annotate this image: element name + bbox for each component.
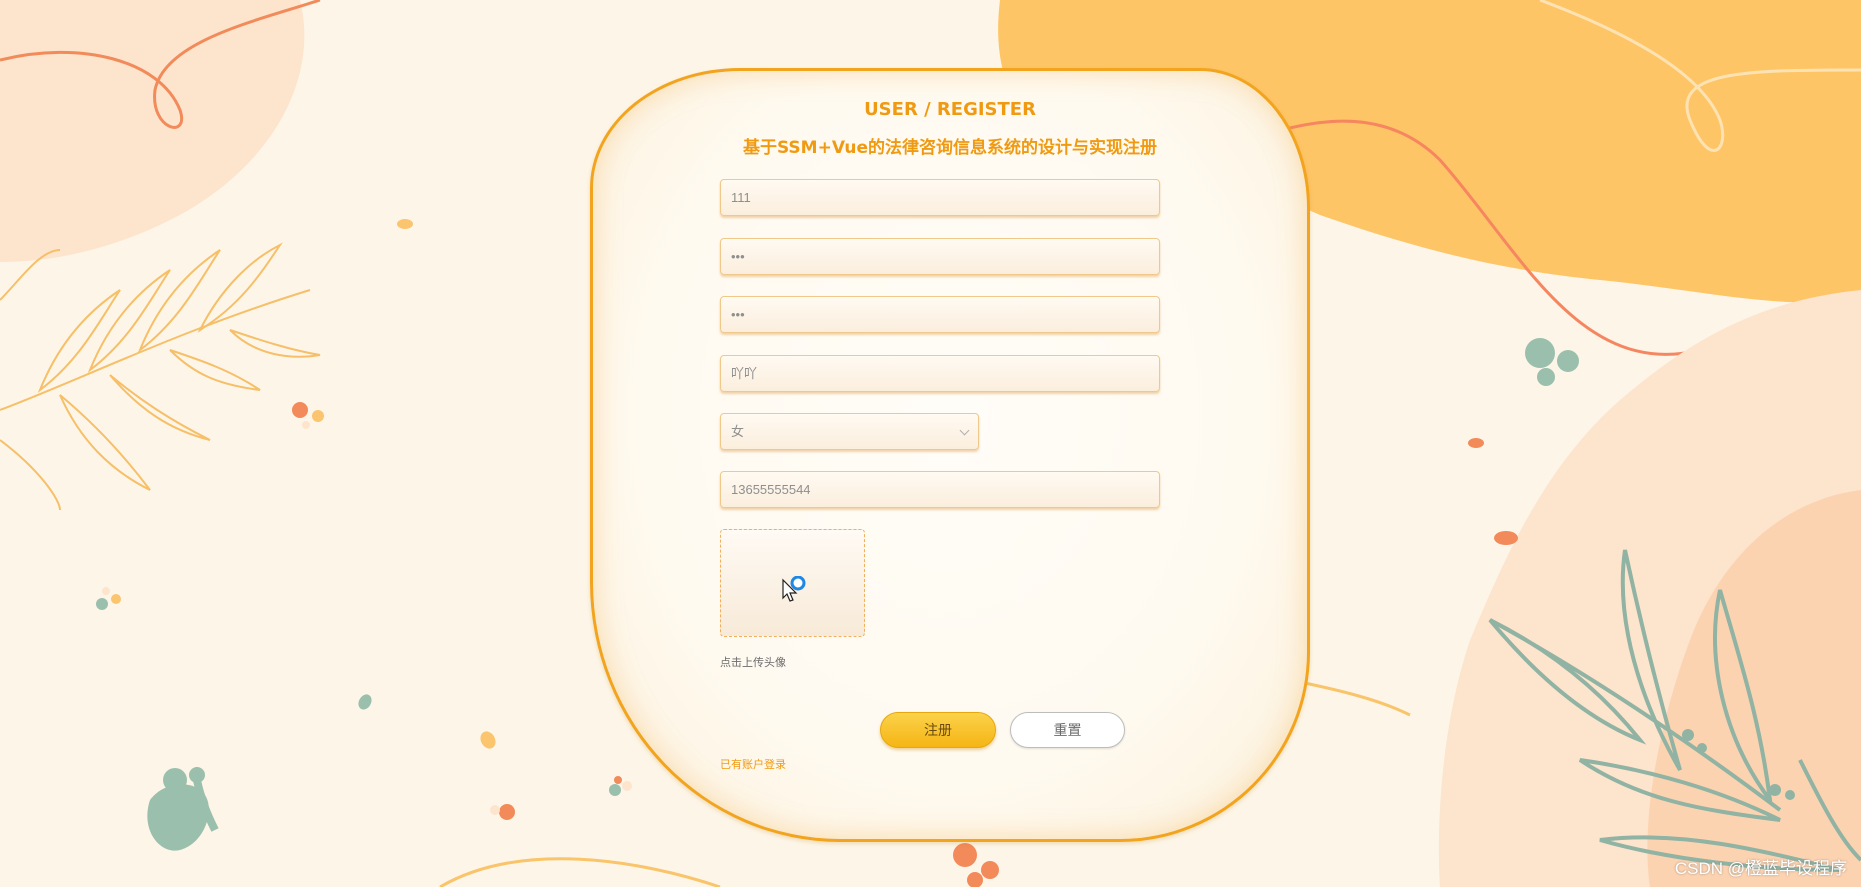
register-card: USER / REGISTER 基于SSM+Vue的法律咨询信息系统的设计与实现… <box>590 68 1310 842</box>
system-subtitle: 基于SSM+Vue的法律咨询信息系统的设计与实现注册 <box>742 138 1158 158</box>
gender-select[interactable]: 女 <box>720 413 979 450</box>
password-input[interactable]: ••• <box>720 238 1160 275</box>
register-button[interactable]: 注册 <box>880 712 996 748</box>
mouse-cursor-icon <box>782 576 806 602</box>
page-title: USER / REGISTER <box>864 99 1036 120</box>
account-input[interactable]: 111 <box>720 179 1160 216</box>
phone-input[interactable]: 13655555544 <box>720 471 1160 508</box>
login-link[interactable]: 已有账户登录 <box>720 756 786 772</box>
confirm-password-input[interactable]: ••• <box>720 296 1160 333</box>
watermark: CSDN @橙蓝毕设程序 <box>1674 859 1847 878</box>
gender-select-value: 女 <box>731 424 745 439</box>
name-input[interactable]: 吖吖 <box>720 355 1160 392</box>
upload-hint: 点击上传头像 <box>720 657 786 669</box>
reset-button[interactable]: 重置 <box>1010 712 1125 748</box>
chevron-down-icon <box>959 425 970 436</box>
avatar-upload[interactable] <box>720 529 865 637</box>
loading-spinner-icon <box>790 576 806 591</box>
